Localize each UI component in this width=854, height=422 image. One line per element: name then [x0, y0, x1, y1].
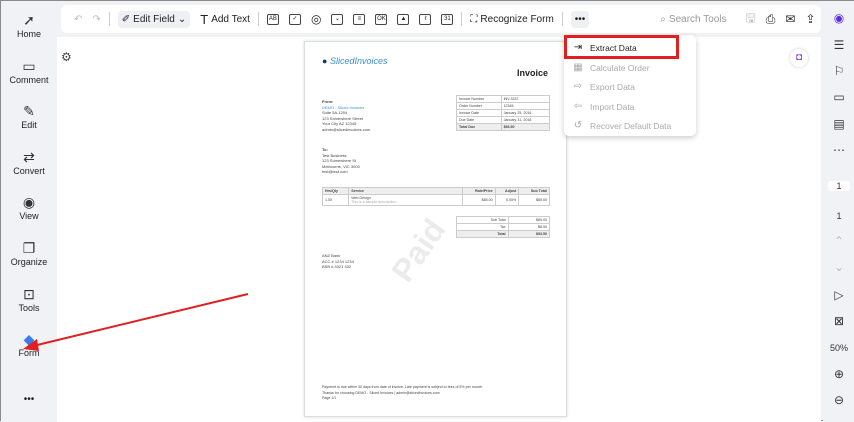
- annotation-arrow: [23, 293, 249, 351]
- arrow-head: [23, 339, 39, 351]
- arrow-shaft: [32, 293, 249, 347]
